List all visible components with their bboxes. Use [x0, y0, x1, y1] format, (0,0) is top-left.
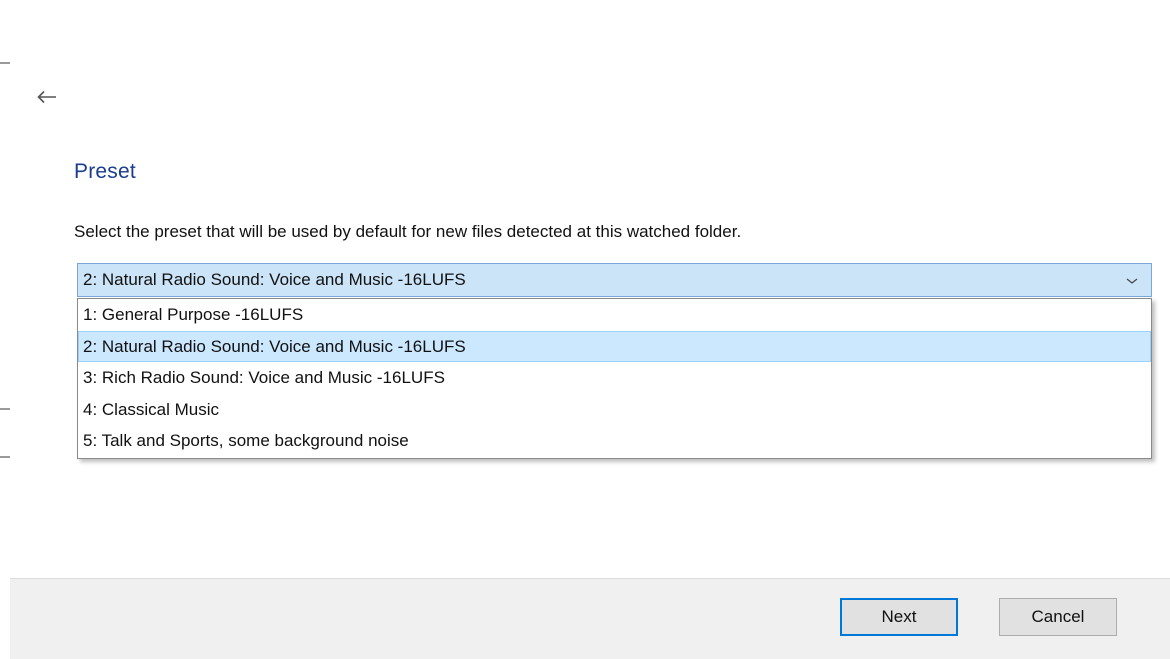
preset-option[interactable]: 4: Classical Music	[78, 394, 1151, 426]
next-button[interactable]: Next	[840, 598, 958, 636]
window-edge-mark	[0, 456, 10, 458]
preset-option[interactable]: 3: Rich Radio Sound: Voice and Music -16…	[78, 362, 1151, 394]
cancel-button[interactable]: Cancel	[999, 598, 1117, 636]
preset-option-selected[interactable]: 2: Natural Radio Sound: Voice and Music …	[78, 330, 1151, 363]
window-edge-mark	[0, 62, 10, 64]
preset-combobox[interactable]: 2: Natural Radio Sound: Voice and Music …	[77, 263, 1152, 297]
preset-option[interactable]: 1: General Purpose -16LUFS	[78, 299, 1151, 331]
window-edge-mark	[0, 408, 10, 410]
wizard-dialog: Preset Select the preset that will be us…	[10, 0, 1170, 658]
back-arrow-icon	[37, 90, 57, 109]
page-title: Preset	[74, 160, 136, 183]
chevron-down-icon	[1125, 274, 1139, 286]
back-button[interactable]	[34, 86, 60, 112]
page-description: Select the preset that will be used by d…	[74, 222, 742, 241]
dialog-footer: Next Cancel	[10, 578, 1170, 659]
preset-option[interactable]: 5: Talk and Sports, some background nois…	[78, 425, 1151, 457]
preset-selected-value: 2: Natural Radio Sound: Voice and Music …	[83, 270, 466, 289]
preset-dropdown-list: 1: General Purpose -16LUFS 2: Natural Ra…	[77, 298, 1152, 459]
